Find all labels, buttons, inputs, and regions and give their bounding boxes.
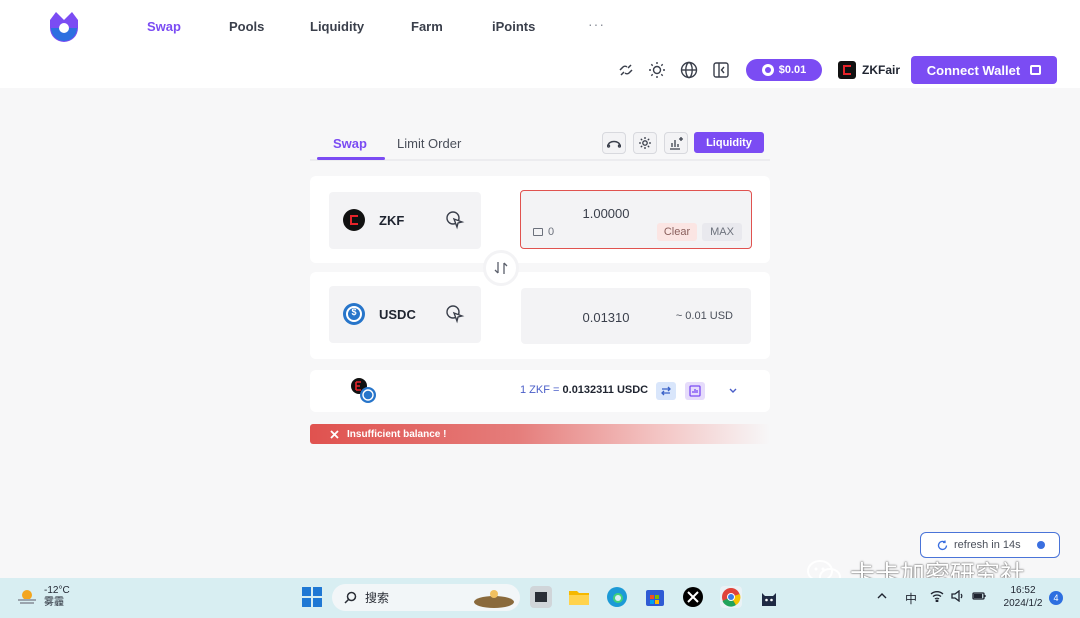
token-price: $0.01 — [778, 64, 807, 76]
cat-app-icon[interactable] — [758, 586, 780, 608]
swap-arrows-icon — [494, 262, 508, 274]
system-clock[interactable]: 16:52 2024/1/2 — [1000, 584, 1046, 610]
from-balance-value: 0 — [548, 226, 555, 238]
clock-time: 16:52 — [1010, 585, 1036, 596]
tab-limit-order[interactable]: Limit Order — [397, 136, 461, 151]
swap-to-card: USDC 0.01310 ~ 0.01 USD — [310, 272, 770, 359]
file-explorer-icon[interactable] — [568, 586, 590, 608]
active-tab-indicator — [317, 157, 385, 160]
network-selector[interactable]: ZKFair — [838, 60, 900, 80]
connect-wallet-button[interactable]: Connect Wallet — [911, 56, 1057, 84]
from-token-selector[interactable]: ZKF — [329, 192, 481, 249]
weather-description: 雾霾 — [44, 597, 64, 608]
rate-equals: = — [553, 384, 560, 396]
search-icon — [344, 591, 357, 604]
nav-swap[interactable]: Swap — [147, 19, 181, 34]
exchange-rate: 1 ZKF = 0.0132311 USDC — [520, 384, 648, 396]
wallet-icon — [1030, 65, 1042, 75]
microsoft-store-icon[interactable] — [644, 586, 666, 608]
unlink-icon[interactable] — [616, 60, 636, 80]
edge-browser-icon[interactable] — [606, 586, 628, 608]
clock-date: 2024/1/2 — [1003, 598, 1043, 609]
nav-pools[interactable]: Pools — [229, 19, 264, 34]
refresh-icon — [937, 540, 948, 550]
search-placeholder: 搜索 — [365, 591, 390, 605]
tab-swap[interactable]: Swap — [333, 136, 367, 151]
route-icon[interactable] — [602, 132, 626, 154]
select-token-icon[interactable] — [445, 304, 465, 324]
volume-icon[interactable] — [951, 589, 965, 605]
chart-add-icon[interactable] — [664, 132, 688, 154]
switch-direction-button[interactable] — [483, 250, 519, 286]
sidebar-collapse-icon[interactable] — [711, 60, 731, 80]
price-chart-icon[interactable] — [685, 382, 705, 400]
close-icon — [330, 429, 339, 439]
usdc-token-icon — [343, 303, 365, 325]
refresh-label: refresh in 14s — [954, 539, 1021, 551]
tray-chevron-up-icon[interactable] — [876, 590, 888, 605]
notification-count-badge[interactable]: 4 — [1049, 591, 1063, 605]
clear-button[interactable]: Clear — [657, 223, 697, 241]
from-token-symbol: ZKF — [379, 213, 405, 228]
nav-liquidity[interactable]: Liquidity — [310, 19, 364, 34]
chevron-down-icon[interactable] — [726, 383, 740, 397]
wallet-balance-icon — [533, 228, 543, 236]
taskbar-search[interactable]: 搜索 — [332, 584, 520, 611]
top-navigation: Swap Pools Liquidity Farm iPoints ··· $0… — [0, 0, 1080, 88]
nav-farm[interactable]: Farm — [411, 19, 443, 34]
network-name: ZKFair — [862, 63, 901, 77]
rate-quote: 0.0132311 USDC — [562, 384, 649, 396]
search-highlight-icon — [474, 589, 514, 608]
app-logo[interactable] — [46, 10, 82, 46]
windows-taskbar: -12°C 雾霾 搜索 中 16:52 2024/1/2 4 — [0, 578, 1080, 618]
insufficient-balance-alert: Insufficient balance ! — [310, 424, 770, 444]
to-token-selector[interactable]: USDC — [329, 286, 481, 343]
input-method[interactable]: 中 — [905, 590, 917, 607]
settings-gear-icon[interactable] — [633, 132, 657, 154]
x-app-icon[interactable] — [682, 586, 704, 608]
error-message: Insufficient balance ! — [347, 428, 447, 440]
wifi-icon[interactable] — [930, 590, 944, 605]
select-token-icon[interactable] — [445, 210, 465, 230]
weather-widget[interactable]: -12°C 雾霾 — [16, 585, 70, 609]
rate-base: 1 ZKF — [520, 384, 550, 396]
globe-icon[interactable] — [679, 60, 699, 80]
connect-wallet-label: Connect Wallet — [926, 62, 1021, 78]
swap-from-card: ZKF 1.00000 0 Clear MAX — [310, 176, 770, 263]
token-price-badge[interactable]: $0.01 — [746, 59, 822, 81]
liquidity-button[interactable]: Liquidity — [694, 132, 764, 153]
token-icon — [761, 64, 774, 76]
weather-haze-icon — [18, 590, 36, 604]
to-amount-field: 0.01310 ~ 0.01 USD — [521, 288, 751, 344]
nav-ipoints[interactable]: iPoints — [492, 19, 535, 34]
invert-rate-icon[interactable] — [656, 382, 676, 400]
rate-card: 1 ZKF = 0.0132311 USDC — [310, 370, 770, 412]
windows-start-icon[interactable] — [301, 586, 323, 608]
status-dot — [1036, 541, 1045, 549]
nav-more-menu[interactable]: ··· — [588, 16, 605, 32]
to-usd-value: ~ 0.01 USD — [675, 310, 733, 322]
task-view-icon[interactable] — [530, 586, 552, 608]
zkfair-logo-icon — [838, 61, 856, 79]
max-button[interactable]: MAX — [702, 223, 742, 241]
pair-tokens-icon — [351, 378, 376, 403]
battery-icon[interactable] — [972, 590, 988, 605]
weather-temperature: -12°C — [44, 585, 70, 596]
chrome-browser-icon[interactable] — [720, 586, 742, 608]
from-amount-field[interactable]: 1.00000 0 Clear MAX — [520, 190, 752, 249]
to-amount-value: 0.01310 — [582, 310, 630, 325]
from-balance: 0 — [533, 226, 554, 238]
to-token-symbol: USDC — [379, 307, 416, 322]
from-amount-value[interactable]: 1.00000 — [521, 206, 691, 221]
zkf-token-icon — [343, 209, 365, 231]
sun-icon[interactable] — [647, 60, 667, 80]
